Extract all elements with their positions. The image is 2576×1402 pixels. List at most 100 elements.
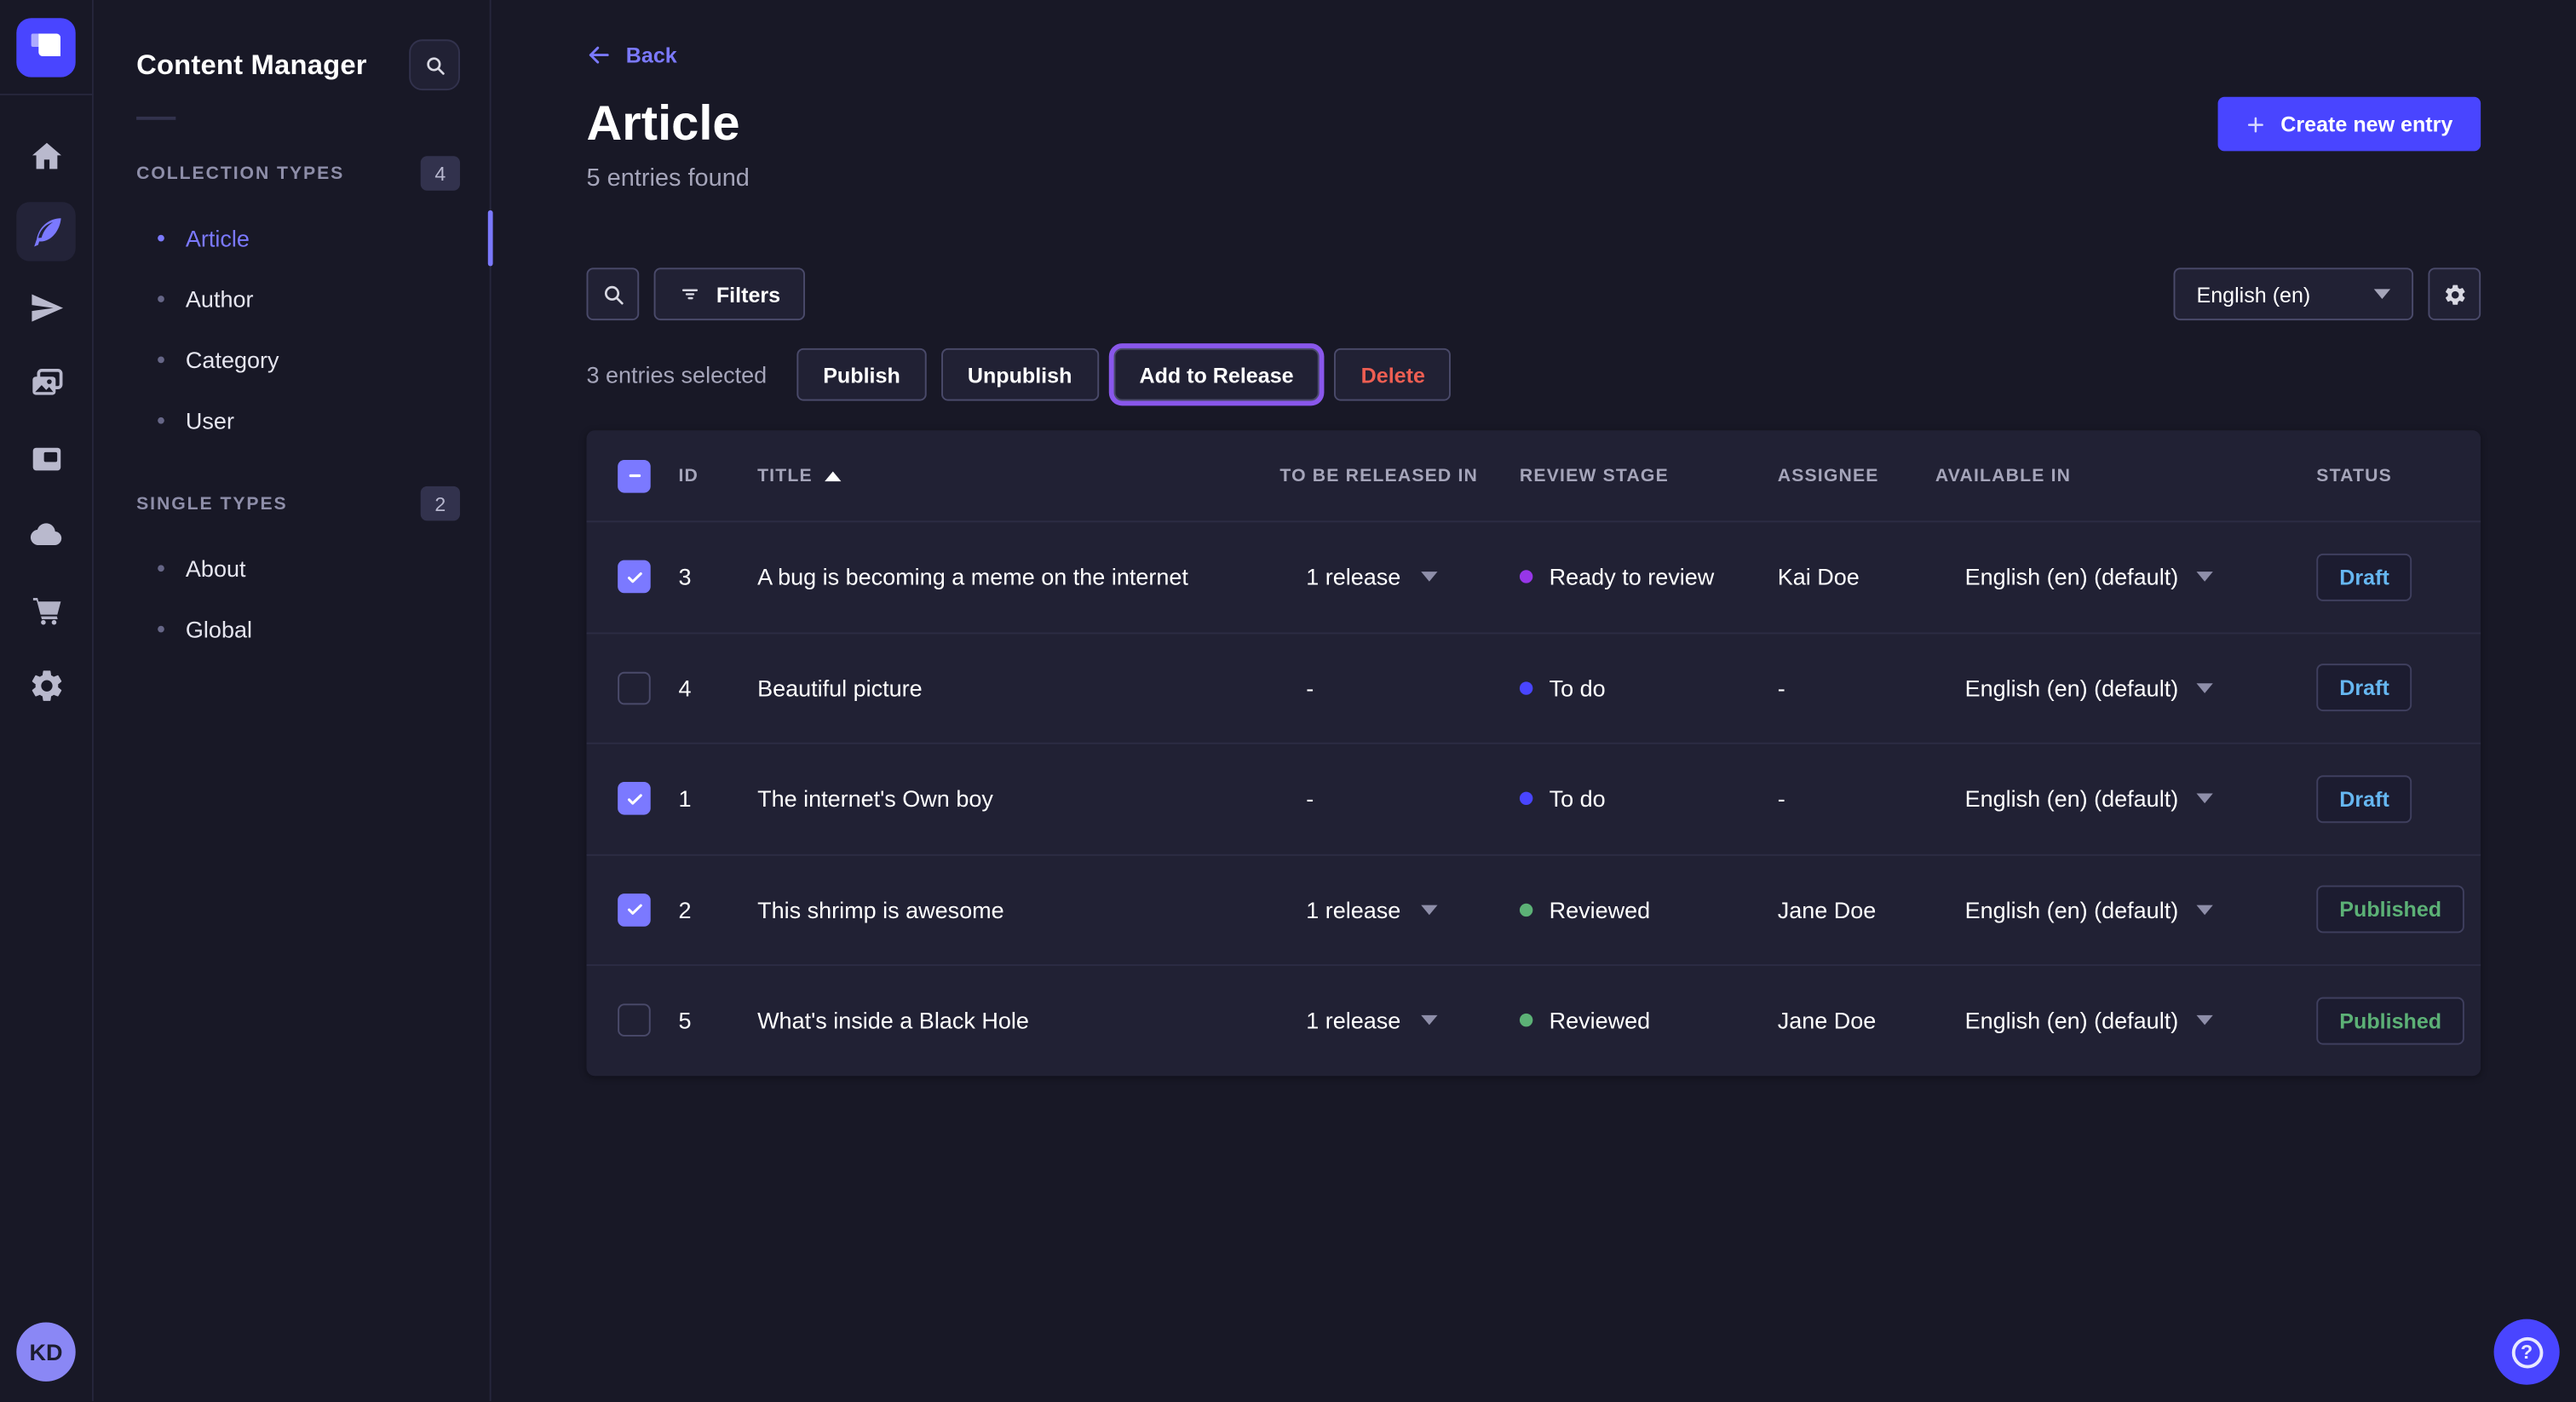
filter-icon: [678, 283, 701, 306]
status-badge: Draft: [2316, 553, 2412, 600]
column-header-id[interactable]: ID: [678, 466, 757, 486]
cell-available-in[interactable]: English (en) (default): [1935, 564, 2316, 590]
cell-id: 1: [678, 785, 757, 812]
page-title: Article: [586, 97, 739, 152]
cell-assignee: Kai Doe: [1778, 564, 1935, 590]
releases-paper-plane-icon[interactable]: [16, 278, 75, 336]
table-row[interactable]: 2 This shrimp is awesome 1 release Revie…: [586, 853, 2481, 964]
status-badge: Draft: [2316, 775, 2412, 823]
row-checkbox[interactable]: [618, 893, 651, 927]
cell-review-stage: Reviewed: [1520, 897, 1778, 923]
sidebar-item-label: About: [186, 554, 246, 581]
column-header-available[interactable]: AVAILABLE IN: [1935, 466, 2316, 486]
status-badge: Published: [2316, 997, 2464, 1044]
release-value: 1 release: [1306, 897, 1400, 923]
chevron-down-icon: [2374, 289, 2390, 299]
release-value: 1 release: [1306, 564, 1400, 590]
status-badge: Draft: [2316, 664, 2412, 712]
sidebar-search-button[interactable]: [409, 39, 460, 90]
column-header-status[interactable]: STATUS: [2316, 466, 2481, 486]
cell-review-stage: Reviewed: [1520, 1008, 1778, 1034]
sidebar-item-article[interactable]: Article: [94, 207, 490, 267]
table-search-button[interactable]: [586, 267, 639, 320]
help-button[interactable]: ?: [2494, 1319, 2560, 1385]
cell-assignee: -: [1778, 675, 1935, 701]
chevron-down-icon: [1420, 905, 1436, 915]
sidebar-item-user[interactable]: User: [94, 389, 490, 450]
collection-types-section: COLLECTION TYPES 4 Article Author Catego…: [94, 156, 490, 450]
marketplace-cart-icon[interactable]: [16, 580, 75, 639]
cell-available-in[interactable]: English (en) (default): [1935, 897, 2316, 923]
entries-table: ID TITLE TO BE RELEASED IN REVIEW STAGE …: [586, 430, 2481, 1075]
sort-ascending-icon: [824, 471, 840, 481]
cell-available-in[interactable]: English (en) (default): [1935, 675, 2316, 701]
sidebar-item-about[interactable]: About: [94, 537, 490, 598]
back-link[interactable]: Back: [586, 43, 676, 67]
cell-id: 3: [678, 564, 757, 590]
stage-label: Reviewed: [1550, 1008, 1651, 1034]
row-checkbox[interactable]: [618, 560, 651, 594]
rail-divider: [0, 94, 93, 95]
cell-available-in[interactable]: English (en) (default): [1935, 785, 2316, 812]
column-header-release[interactable]: TO BE RELEASED IN: [1279, 466, 1520, 486]
table-row[interactable]: 4 Beautiful picture - To do - English (e…: [586, 632, 2481, 743]
select-all-checkbox[interactable]: [618, 459, 651, 492]
content-type-builder-layout-icon[interactable]: [16, 428, 75, 487]
locale-value: English (en) (default): [1965, 1008, 2179, 1034]
row-checkbox[interactable]: [618, 1004, 651, 1037]
unpublish-button[interactable]: Unpublish: [941, 348, 1098, 401]
release-value: -: [1306, 675, 1314, 701]
sidebar-item-category[interactable]: Category: [94, 329, 490, 389]
app-window: KD Content Manager COLLECTION TYPES 4 Ar…: [0, 0, 2576, 1401]
locale-select[interactable]: English (en): [2173, 267, 2413, 320]
deploy-cloud-icon[interactable]: [16, 504, 75, 563]
bullet-icon: [158, 234, 164, 241]
bullet-icon: [158, 356, 164, 363]
stage-label: To do: [1550, 785, 1606, 812]
bullet-icon: [158, 295, 164, 302]
cell-available-in[interactable]: English (en) (default): [1935, 1008, 2316, 1034]
row-checkbox[interactable]: [618, 671, 651, 704]
table-row[interactable]: 5 What's inside a Black Hole 1 release R…: [586, 964, 2481, 1075]
sidebar-item-global[interactable]: Global: [94, 598, 490, 658]
column-header-stage[interactable]: REVIEW STAGE: [1520, 466, 1778, 486]
table-row[interactable]: 1 The internet's Own boy - To do - Engli…: [586, 743, 2481, 853]
back-label: Back: [626, 43, 677, 67]
sidebar-item-author[interactable]: Author: [94, 267, 490, 328]
cell-release[interactable]: -: [1279, 785, 1520, 812]
stage-dot-icon: [1520, 903, 1532, 916]
settings-gear-icon[interactable]: [16, 655, 75, 714]
cell-release[interactable]: 1 release: [1279, 564, 1520, 590]
cell-release[interactable]: -: [1279, 675, 1520, 701]
main-content: Back Article Create new entry 5 entries …: [492, 0, 2576, 1401]
media-library-images-icon[interactable]: [16, 353, 75, 412]
chevron-down-icon: [2196, 1015, 2212, 1026]
user-avatar[interactable]: KD: [16, 1322, 75, 1381]
cell-release[interactable]: 1 release: [1279, 897, 1520, 923]
delete-button[interactable]: Delete: [1335, 348, 1452, 401]
search-icon: [601, 282, 625, 307]
check-icon: [624, 788, 645, 809]
strapi-logo[interactable]: [16, 18, 75, 77]
filters-button[interactable]: Filters: [654, 267, 805, 320]
strapi-logo-icon: [16, 18, 75, 77]
column-header-title[interactable]: TITLE: [757, 466, 1279, 486]
add-to-release-button[interactable]: Add to Release: [1113, 348, 1320, 401]
gear-icon: [2442, 282, 2467, 307]
content-manager-sidebar: Content Manager COLLECTION TYPES 4 Artic…: [94, 0, 492, 1401]
row-checkbox[interactable]: [618, 782, 651, 815]
cell-release[interactable]: 1 release: [1279, 1008, 1520, 1034]
create-new-entry-button[interactable]: Create new entry: [2218, 97, 2481, 152]
sidebar-item-label: Global: [186, 615, 252, 641]
cell-id: 2: [678, 897, 757, 923]
column-header-assignee[interactable]: ASSIGNEE: [1778, 466, 1935, 486]
sidebar-item-label: Author: [186, 285, 254, 312]
publish-button[interactable]: Publish: [796, 348, 926, 401]
content-manager-feather-icon[interactable]: [16, 202, 75, 261]
selected-count-text: 3 entries selected: [586, 361, 796, 388]
cell-assignee: Jane Doe: [1778, 897, 1935, 923]
chevron-down-icon: [2196, 683, 2212, 693]
table-row[interactable]: 3 A bug is becoming a meme on the intern…: [586, 520, 2481, 631]
view-settings-button[interactable]: [2428, 267, 2481, 320]
home-icon[interactable]: [16, 126, 75, 185]
